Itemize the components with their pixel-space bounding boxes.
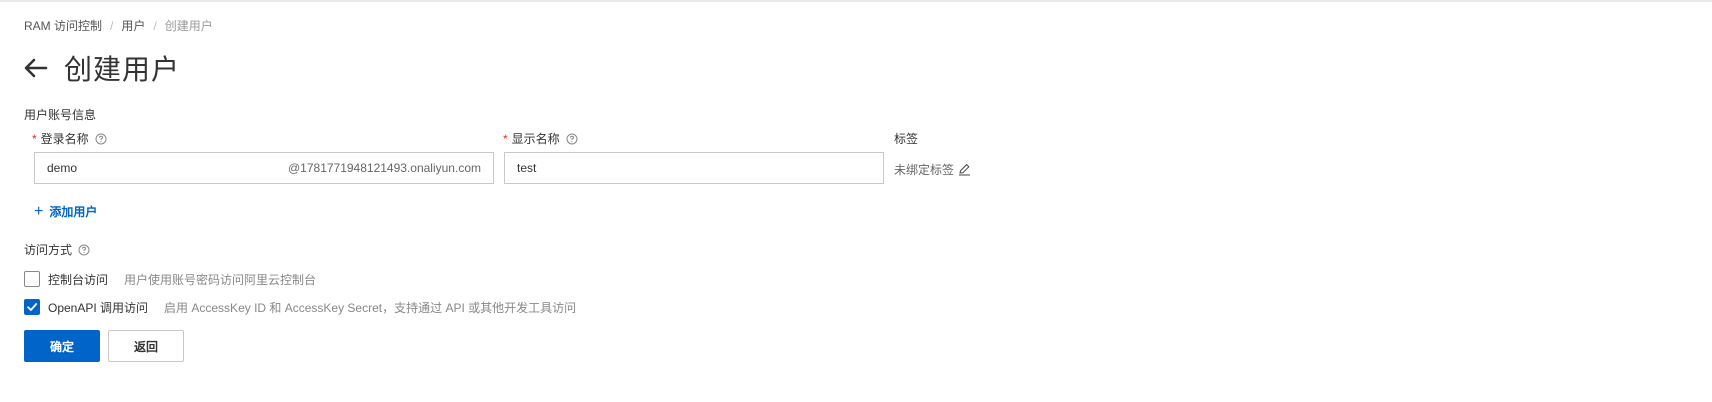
add-user-button[interactable]: + 添加用户 [34,203,97,220]
breadcrumb: RAM 访问控制 / 用户 / 创建用户 [24,17,213,34]
tags-value: 未绑定标签 [894,161,971,178]
page-title: 创建用户 [64,54,181,85]
confirm-button[interactable]: 确定 [24,330,100,362]
openapi-access-option[interactable]: OpenAPI 调用访问 启用 AccessKey ID 和 AccessKey… [24,298,576,316]
console-access-checkbox[interactable] [24,271,40,287]
login-name-label-text: 登录名称 [40,132,89,146]
tags-value-text: 未绑定标签 [894,163,955,177]
display-name-value: test [517,161,537,175]
login-name-value: demo [47,161,78,175]
console-access-description: 用户使用账号密码访问阿里云控制台 [124,272,317,287]
access-method-label-text: 访问方式 [24,243,73,257]
access-method-label: 访问方式 [24,241,90,258]
plus-icon: + [34,202,44,220]
display-name-label: * 显示名称 [503,130,578,147]
console-access-label: 控制台访问 [48,272,109,287]
page-header: 创建用户 [24,50,180,86]
breadcrumb-item-ram[interactable]: RAM 访问控制 [24,17,102,34]
pencil-icon[interactable] [958,163,971,176]
login-name-domain-suffix: @1781771948121493.onaliyun.com [287,161,481,175]
check-icon [27,303,38,311]
breadcrumb-separator: / [153,18,157,33]
question-circle-icon[interactable] [95,133,107,145]
arrow-left-icon[interactable] [24,55,50,81]
openapi-access-checkbox[interactable] [24,299,40,315]
breadcrumb-separator: / [110,18,114,33]
display-name-input[interactable]: test [504,152,884,184]
login-name-input[interactable]: demo @1781771948121493.onaliyun.com [34,152,494,184]
tags-label: 标签 [894,132,919,146]
breadcrumb-item-current: 创建用户 [164,19,213,33]
question-circle-icon[interactable] [78,244,90,256]
console-access-option[interactable]: 控制台访问 用户使用账号密码访问阿里云控制台 [24,270,316,288]
add-user-label: 添加用户 [49,205,98,219]
required-mark: * [32,131,37,146]
openapi-access-label: OpenAPI 调用访问 [48,300,149,315]
openapi-access-description: 启用 AccessKey ID 和 AccessKey Secret，支持通过 … [164,300,577,315]
required-mark: * [503,131,508,146]
back-button[interactable]: 返回 [108,330,184,362]
display-name-label-text: 显示名称 [511,132,560,146]
top-divider [0,0,1712,2]
breadcrumb-item-users[interactable]: 用户 [121,17,145,34]
section-title: 用户账号信息 [24,108,97,122]
question-circle-icon[interactable] [566,133,578,145]
login-name-label: * 登录名称 [32,130,107,147]
